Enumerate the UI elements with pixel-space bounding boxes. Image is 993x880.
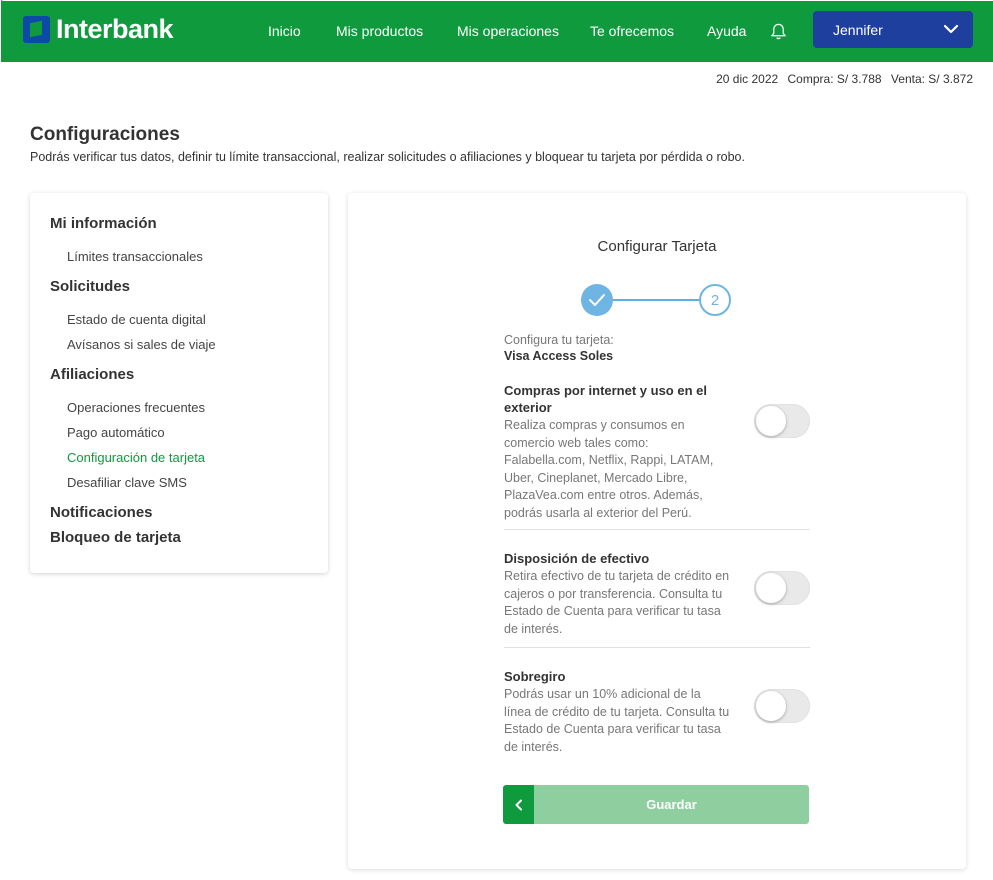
sidebar-item-estado-de-cuenta-digital[interactable]: Estado de cuenta digital — [67, 312, 206, 327]
nav-te-ofrecemos[interactable]: Te ofrecemos — [590, 23, 674, 39]
user-name: Jennifer — [833, 21, 883, 38]
nav-mis-operaciones[interactable]: Mis operaciones — [457, 23, 559, 39]
sidebar-item-limites-transaccionales[interactable]: Límites transaccionales — [67, 249, 203, 264]
sidebar-item-operaciones-frecuentes[interactable]: Operaciones frecuentes — [67, 400, 205, 415]
step-1-completed — [581, 284, 613, 316]
form-actions: Guardar — [503, 785, 809, 824]
option-disposicion-efectivo: Disposición de efectivo Retira efectivo … — [504, 550, 810, 638]
divider — [504, 647, 810, 648]
toggle-knob — [756, 691, 786, 721]
save-button[interactable]: Guardar — [534, 785, 809, 824]
panel-title: Configurar Tarjeta — [597, 238, 717, 255]
option-description: Realiza compras y consumos en comercio w… — [504, 418, 714, 520]
brand-name: Interbank — [56, 13, 174, 44]
toggle-knob — [756, 406, 786, 436]
option-sobregiro: Sobregiro Podrás usar un 10% adicional d… — [504, 668, 810, 756]
toggle-compras-internet[interactable] — [754, 404, 810, 438]
checkmark-icon — [589, 294, 605, 306]
interbank-logo-icon — [23, 15, 50, 43]
card-name: Visa Access Soles — [504, 349, 614, 363]
rates-buy: Compra: S/ 3.788 — [787, 72, 882, 86]
sidebar-section-bloqueo-de-tarjeta[interactable]: Bloqueo de tarjeta — [50, 529, 181, 546]
step-2-current: 2 — [699, 284, 731, 316]
chevron-left-icon — [515, 799, 522, 810]
toggle-sobregiro[interactable] — [754, 689, 810, 723]
sidebar-section-solicitudes[interactable]: Solicitudes — [50, 278, 130, 295]
rates-sell: Venta: S/ 3.872 — [890, 72, 973, 86]
nav-ayuda[interactable]: Ayuda — [707, 23, 746, 39]
progress-stepper: 2 — [580, 283, 734, 317]
card-label: Configura tu tarjeta: — [504, 333, 614, 347]
option-title: Compras por internet y uso en el exterio… — [504, 383, 707, 415]
sidebar-section-mi-informacion[interactable]: Mi información — [50, 215, 157, 232]
interbank-logo[interactable]: Interbank — [23, 13, 174, 44]
toggle-disposicion-efectivo[interactable] — [754, 571, 810, 605]
top-navigation-bar: Interbank Inicio Mis productos Mis opera… — [1, 1, 993, 62]
sidebar-item-avisanos-si-sales-de-viaje[interactable]: Avísanos si sales de viaje — [67, 337, 216, 352]
exchange-rates: 20 dic 2022 Compra: S/ 3.788 Venta: S/ 3… — [710, 72, 973, 86]
option-title: Disposición de efectivo — [504, 551, 650, 566]
sidebar-item-pago-automatico[interactable]: Pago automático — [67, 425, 165, 440]
page-subtitle: Podrás verificar tus datos, definir tu l… — [30, 150, 745, 164]
option-description: Podrás usar un 10% adicional de la línea… — [504, 687, 730, 754]
chevron-down-icon — [943, 24, 959, 34]
page-title: Configuraciones — [30, 124, 180, 145]
sidebar-item-configuracion-de-tarjeta[interactable]: Configuración de tarjeta — [67, 450, 205, 465]
stepper-connector — [610, 299, 700, 301]
nav-mis-productos[interactable]: Mis productos — [336, 23, 423, 39]
notifications-bell-icon[interactable] — [769, 22, 788, 41]
back-button[interactable] — [503, 785, 534, 824]
nav-inicio[interactable]: Inicio — [268, 23, 301, 39]
sidebar-item-desafiliar-clave-sms[interactable]: Desafiliar clave SMS — [67, 475, 187, 490]
divider — [504, 529, 810, 530]
option-description: Retira efectivo de tu tarjeta de crédito… — [504, 569, 730, 636]
rates-date: 20 dic 2022 — [716, 72, 779, 86]
sidebar-section-notificaciones[interactable]: Notificaciones — [50, 504, 153, 521]
option-compras-internet: Compras por internet y uso en el exterio… — [504, 382, 810, 522]
configure-card-panel: Configurar Tarjeta 2 Configura tu tarjet… — [348, 193, 966, 869]
settings-sidebar: Mi información Límites transaccionales S… — [30, 193, 328, 573]
user-menu-button[interactable]: Jennifer — [813, 11, 973, 48]
sidebar-section-afiliaciones[interactable]: Afiliaciones — [50, 366, 134, 383]
toggle-knob — [756, 573, 786, 603]
option-title: Sobregiro — [504, 669, 566, 684]
